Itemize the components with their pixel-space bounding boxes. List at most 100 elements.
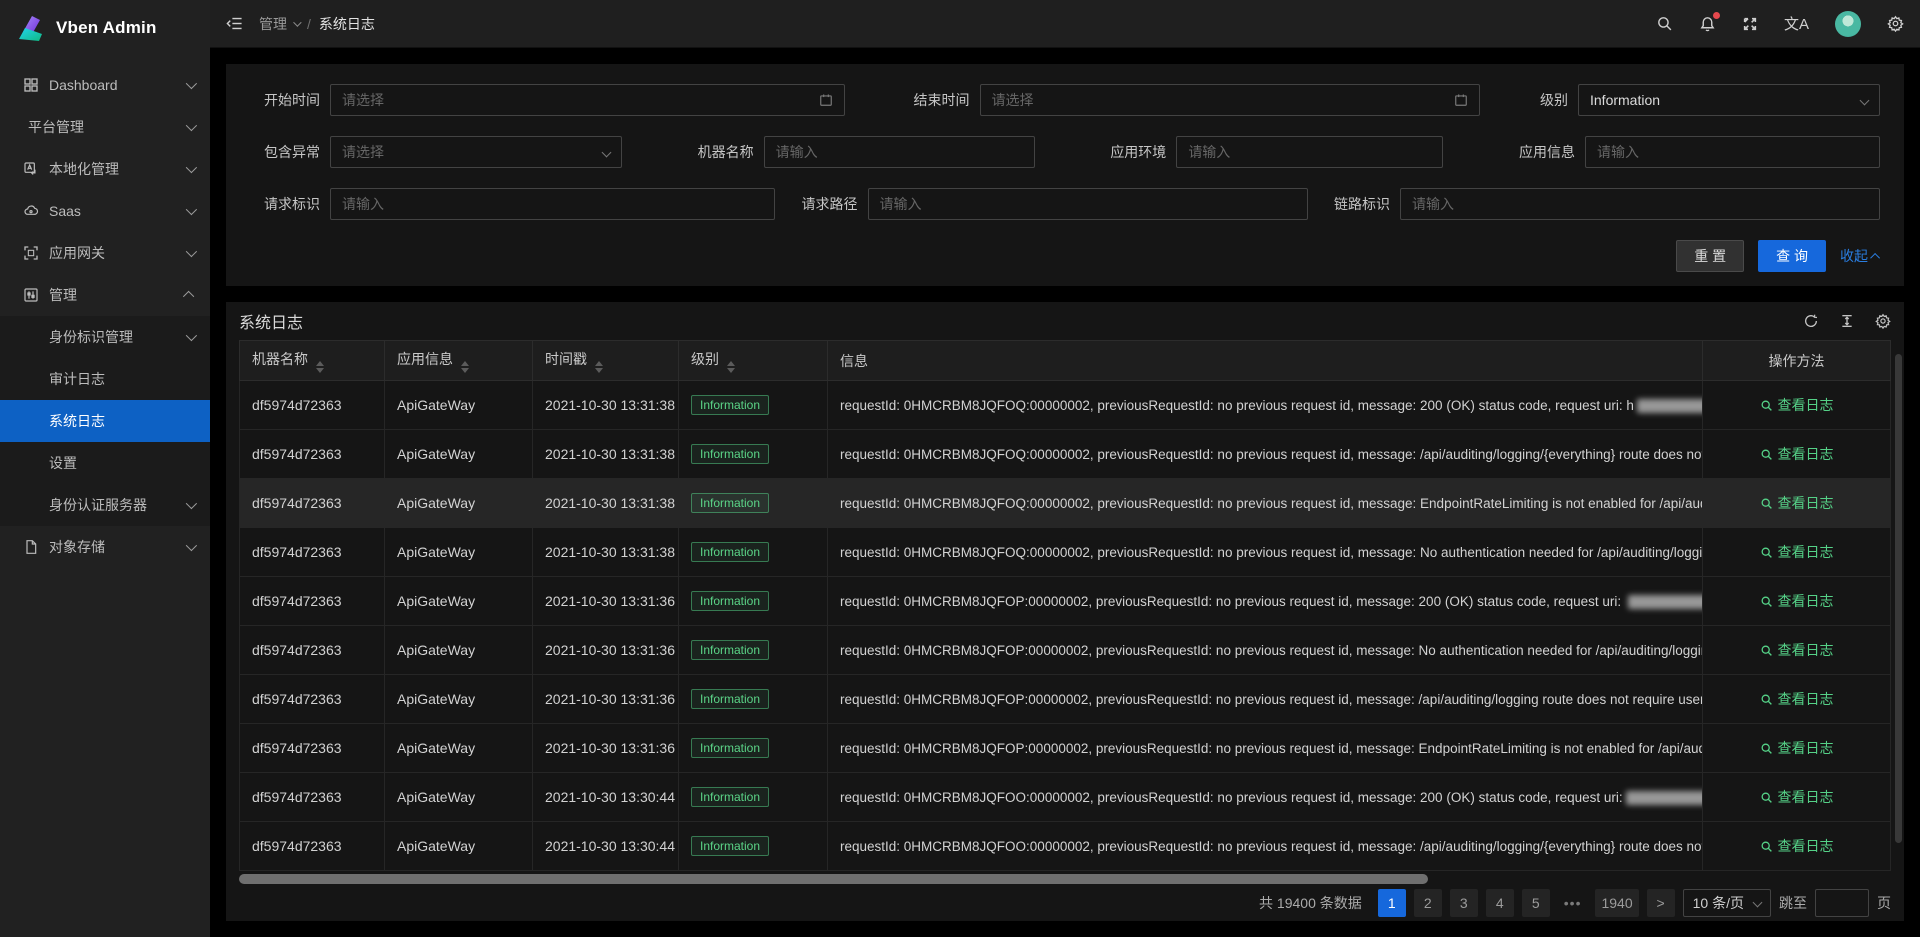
cell-actions: 查看日志	[1703, 381, 1891, 430]
cell-timestamp: 2021-10-30 13:31:36	[533, 724, 679, 773]
locale-icon[interactable]: 文A	[1784, 13, 1809, 34]
view-log-link[interactable]: 查看日志	[1760, 640, 1834, 660]
table-row: df5974d72363 ApiGateWay 2021-10-30 13:31…	[240, 528, 1891, 577]
view-log-link[interactable]: 查看日志	[1760, 738, 1834, 758]
col-timestamp[interactable]: 时间戳	[533, 341, 679, 381]
cell-app-info: ApiGateWay	[385, 773, 533, 822]
cell-message: requestId: 0HMCRBM8JQFOO:00000002, previ…	[828, 773, 1703, 822]
trace-id-field	[1400, 188, 1880, 220]
search-button[interactable]: 查 询	[1758, 240, 1826, 272]
collapse-link[interactable]: 收起	[1840, 246, 1880, 266]
page-button-5[interactable]: 5	[1522, 889, 1550, 917]
has-exception-select[interactable]: 请选择	[330, 136, 622, 168]
filter-request-id: 请求标识	[250, 188, 775, 220]
col-app-info[interactable]: 应用信息	[385, 341, 533, 381]
view-log-link[interactable]: 查看日志	[1760, 542, 1834, 562]
vertical-scrollbar-thumb[interactable]	[1895, 354, 1902, 843]
reset-button[interactable]: 重 置	[1676, 240, 1744, 272]
search-icon	[1760, 546, 1773, 559]
sidebar-item-5[interactable]: 管理	[0, 274, 210, 316]
sidebar-item-4[interactable]: 应用网关	[0, 232, 210, 274]
app-info-input[interactable]	[1597, 144, 1868, 160]
next-page-button[interactable]: >	[1647, 889, 1675, 917]
app-env-label: 应用环境	[1096, 142, 1176, 162]
app-info-label: 应用信息	[1505, 142, 1585, 162]
chevron-up-icon	[1870, 252, 1880, 262]
view-log-link[interactable]: 查看日志	[1760, 591, 1834, 611]
page-button-3[interactable]: 3	[1450, 889, 1478, 917]
sidebar-item-2[interactable]: 本地化管理	[0, 148, 210, 190]
level-badge: Information	[691, 738, 769, 758]
fullscreen-icon[interactable]	[1742, 16, 1758, 32]
sort-icon[interactable]	[316, 361, 324, 373]
cell-app-info: ApiGateWay	[385, 724, 533, 773]
search-icon[interactable]	[1656, 15, 1673, 32]
page-button-1940[interactable]: 1940	[1595, 889, 1638, 917]
view-log-link[interactable]: 查看日志	[1760, 836, 1834, 856]
row-height-icon[interactable]	[1839, 313, 1855, 329]
cell-actions: 查看日志	[1703, 479, 1891, 528]
col-machine-name[interactable]: 机器名称	[240, 341, 385, 381]
view-log-link[interactable]: 查看日志	[1760, 689, 1834, 709]
sidebar-item-10[interactable]: 身份认证服务器	[0, 484, 210, 526]
machine-name-input[interactable]	[776, 144, 1023, 160]
sidebar-item-9[interactable]: 设置	[0, 442, 210, 484]
gear-icon[interactable]	[1887, 15, 1904, 32]
request-path-input[interactable]	[880, 196, 1296, 212]
sort-icon[interactable]	[595, 361, 603, 373]
menu-fold-icon[interactable]	[226, 15, 243, 32]
end-time-label: 结束时间	[900, 90, 980, 110]
level-select[interactable]: Information	[1578, 84, 1880, 116]
cell-timestamp: 2021-10-30 13:31:36	[533, 577, 679, 626]
start-time-picker[interactable]: 请选择	[330, 84, 845, 116]
page-button-1[interactable]: 1	[1378, 889, 1406, 917]
search-icon	[1760, 595, 1773, 608]
col-level[interactable]: 级别	[679, 341, 828, 381]
page-button-2[interactable]: 2	[1414, 889, 1442, 917]
sidebar-item-3[interactable]: Saas	[0, 190, 210, 232]
cell-machine-name: df5974d72363	[240, 724, 385, 773]
page-size-select[interactable]: 10 条/页	[1683, 889, 1771, 917]
bell-icon[interactable]	[1699, 15, 1716, 32]
logo[interactable]: Vben Admin	[0, 0, 210, 56]
refresh-icon[interactable]	[1803, 313, 1819, 329]
page-button-4[interactable]: 4	[1486, 889, 1514, 917]
view-log-link[interactable]: 查看日志	[1760, 787, 1834, 807]
cell-machine-name: df5974d72363	[240, 479, 385, 528]
cell-message: requestId: 0HMCRBM8JQFOP:00000002, previ…	[828, 626, 1703, 675]
page-jump-input[interactable]	[1815, 889, 1869, 917]
column-settings-gear-icon[interactable]	[1875, 313, 1891, 329]
redacted-blur	[1637, 399, 1703, 413]
breadcrumb-parent[interactable]: 管理	[259, 14, 299, 34]
sort-icon[interactable]	[727, 361, 735, 373]
user-avatar[interactable]	[1835, 11, 1861, 37]
view-log-link[interactable]: 查看日志	[1760, 395, 1834, 415]
request-id-input[interactable]	[342, 196, 763, 212]
filter-end-time: 结束时间 请选择	[900, 84, 1480, 116]
sidebar-item-0[interactable]: Dashboard	[0, 64, 210, 106]
sidebar-item-6[interactable]: 身份标识管理	[0, 316, 210, 358]
cell-timestamp: 2021-10-30 13:31:38	[533, 479, 679, 528]
vertical-scrollbar	[1895, 354, 1902, 863]
horizontal-scrollbar-thumb[interactable]	[239, 874, 1428, 884]
chevron-down-icon	[186, 330, 197, 341]
table-row: df5974d72363 ApiGateWay 2021-10-30 13:31…	[240, 577, 1891, 626]
view-log-link[interactable]: 查看日志	[1760, 444, 1834, 464]
chevron-down-icon	[186, 162, 197, 173]
filter-app-info: 应用信息	[1505, 136, 1880, 168]
app-env-input[interactable]	[1188, 144, 1431, 160]
trace-id-input[interactable]	[1412, 196, 1868, 212]
sort-icon[interactable]	[461, 361, 469, 373]
sidebar-item-8[interactable]: 系统日志	[0, 400, 210, 442]
end-time-picker[interactable]: 请选择	[980, 84, 1480, 116]
sidebar-item-1[interactable]: 平台管理	[0, 106, 210, 148]
pagination-total: 共 19400 条数据	[1259, 893, 1362, 913]
cell-timestamp: 2021-10-30 13:30:44	[533, 773, 679, 822]
sidebar-item-11[interactable]: 对象存储	[0, 526, 210, 568]
cell-app-info: ApiGateWay	[385, 430, 533, 479]
view-log-link[interactable]: 查看日志	[1760, 493, 1834, 513]
cell-actions: 查看日志	[1703, 724, 1891, 773]
sidebar-item-7[interactable]: 审计日志	[0, 358, 210, 400]
table-row: df5974d72363 ApiGateWay 2021-10-30 13:31…	[240, 626, 1891, 675]
breadcrumb-current: 系统日志	[319, 14, 375, 34]
